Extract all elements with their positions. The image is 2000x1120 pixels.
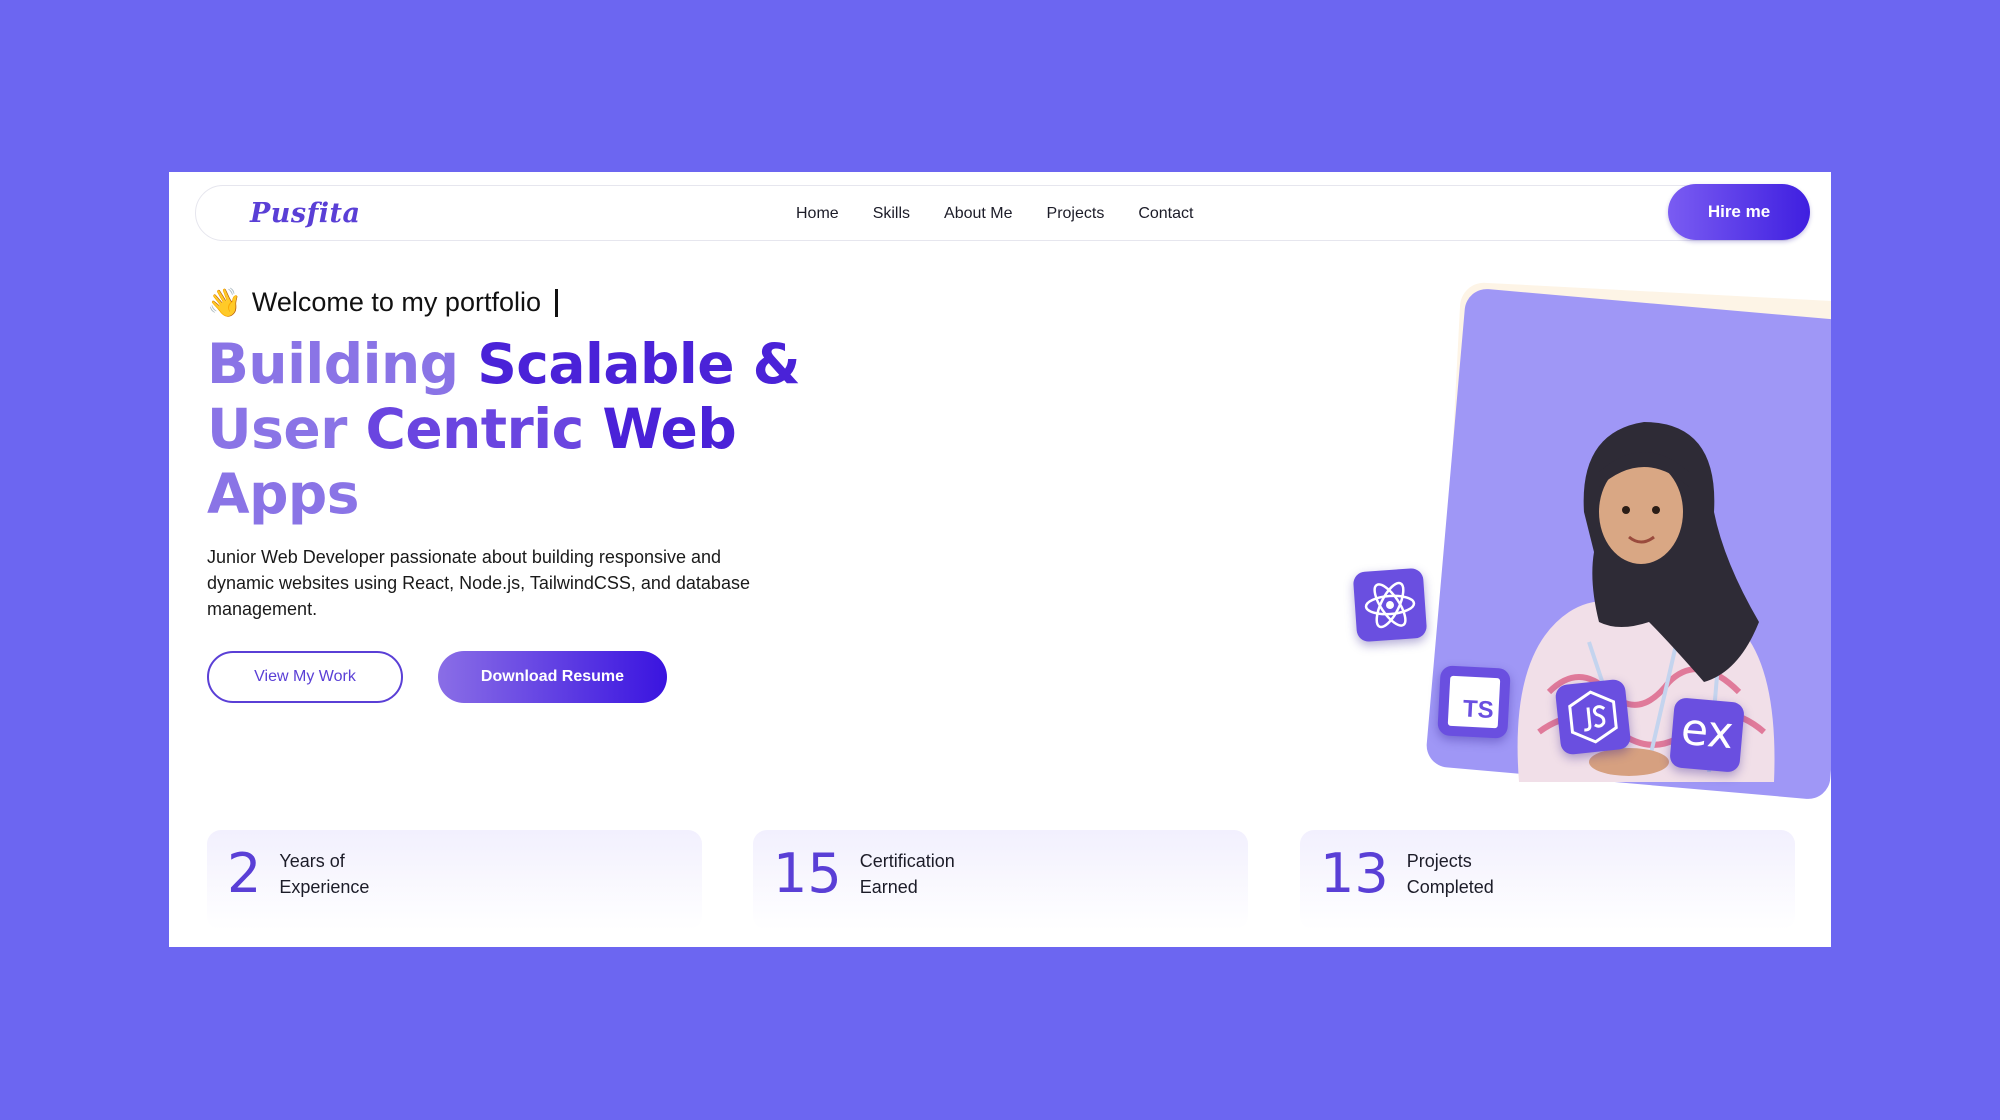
stat-label: Certification Earned: [859, 851, 955, 897]
waving-hand-icon: 👋: [207, 286, 242, 318]
stat-label: Years of Experience: [279, 851, 370, 897]
stat-card: 2 Years of Experience: [207, 830, 702, 930]
title-part: Apps: [207, 462, 360, 526]
typing-cursor: [554, 288, 558, 317]
express-label: ex: [1679, 703, 1736, 760]
nav-links: Home Skills About Me Projects Contact: [796, 186, 1193, 242]
nav-link-home[interactable]: Home: [796, 205, 839, 223]
nav-link-skills[interactable]: Skills: [873, 205, 910, 223]
welcome-text: Welcome to my portfolio: [251, 287, 541, 317]
portfolio-page: Pusfita Home Skills About Me Projects Co…: [169, 172, 1831, 947]
stat-card: 15 Certification Earned: [753, 830, 1248, 930]
navbar: Pusfita Home Skills About Me Projects Co…: [195, 184, 1810, 242]
express-icon: ex: [1669, 697, 1745, 773]
stats-row: 2 Years of Experience 15 Certification E…: [207, 830, 1797, 930]
title-part: Centric: [365, 397, 603, 461]
nav-link-contact[interactable]: Contact: [1138, 205, 1193, 223]
react-icon: [1352, 567, 1428, 643]
title-part: User: [207, 397, 366, 461]
nodejs-icon: [1554, 678, 1632, 756]
profile-photo: [1517, 422, 1775, 782]
nav-link-about-me[interactable]: About Me: [944, 205, 1012, 223]
nav-link-projects[interactable]: Projects: [1047, 205, 1105, 223]
view-my-work-button[interactable]: View My Work: [207, 651, 403, 703]
stat-value: 2: [227, 842, 262, 905]
hire-me-button[interactable]: Hire me: [1668, 184, 1810, 240]
stat-value: 15: [773, 842, 842, 905]
welcome-line: 👋 Welcome to my portfolio: [207, 287, 558, 318]
logo[interactable]: Pusfita: [250, 198, 360, 229]
typescript-label: TS: [1447, 675, 1501, 729]
title-part: Building: [207, 332, 478, 396]
hero-description: Junior Web Developer passionate about bu…: [207, 547, 750, 619]
title-part: Scalable &: [477, 332, 801, 396]
stat-label: Projects Completed: [1406, 851, 1494, 897]
typescript-icon: TS: [1437, 665, 1511, 739]
title-part: Web: [602, 397, 737, 461]
hero-title: Building Scalable & User Centric Web Apps: [207, 332, 807, 527]
stat-card: 13 Projects Completed: [1300, 830, 1795, 930]
download-resume-button[interactable]: Download Resume: [438, 651, 667, 703]
stat-value: 13: [1320, 842, 1389, 905]
